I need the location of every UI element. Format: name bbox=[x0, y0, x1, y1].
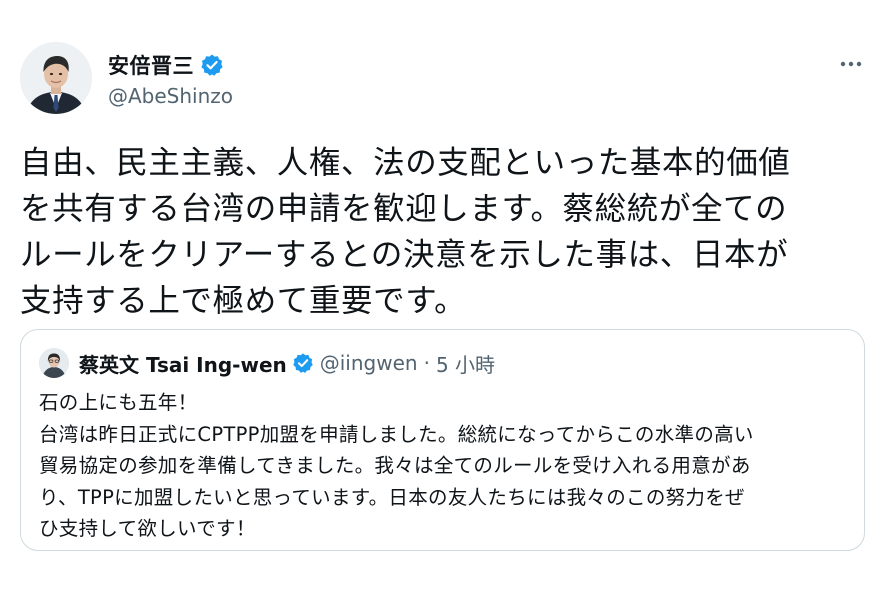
quoted-tweet-card[interactable]: 蔡英文 Tsai Ing-wen @iingwen · 5 小時 石の上にも五年… bbox=[20, 329, 865, 551]
quoted-tweet-text: 石の上にも五年！ 台湾は昨日正式にCPTPP加盟を申請しました。総統になってから… bbox=[39, 391, 754, 540]
quoted-author-avatar bbox=[39, 348, 69, 378]
tweet-text: 自由、民主主義、人権、法の支配といった基本的価値 を共有する台湾の申請を歓迎しま… bbox=[20, 145, 791, 319]
verified-badge-icon bbox=[200, 53, 224, 77]
author-handle[interactable]: @AbeShinzo bbox=[108, 84, 233, 108]
quoted-author-handle: @iingwen bbox=[319, 351, 418, 375]
more-options-icon[interactable] bbox=[837, 52, 865, 76]
author-display-name[interactable]: 安倍晋三 bbox=[108, 50, 194, 80]
verified-badge-icon bbox=[292, 352, 314, 374]
quoted-timestamp[interactable]: 5 小時 bbox=[436, 349, 495, 378]
author-name-row: 安倍晋三 bbox=[108, 50, 224, 80]
author-avatar[interactable] bbox=[20, 42, 92, 114]
meta-separator: · bbox=[423, 351, 430, 375]
quoted-tweet-header: 蔡英文 Tsai Ing-wen @iingwen · 5 小時 bbox=[39, 348, 495, 378]
quoted-author-display-name: 蔡英文 Tsai Ing-wen bbox=[79, 352, 287, 377]
tweet: 安倍晋三 @AbeShinzo 自由、民主主義、人権、法の支配といった基本的価値… bbox=[0, 0, 877, 600]
